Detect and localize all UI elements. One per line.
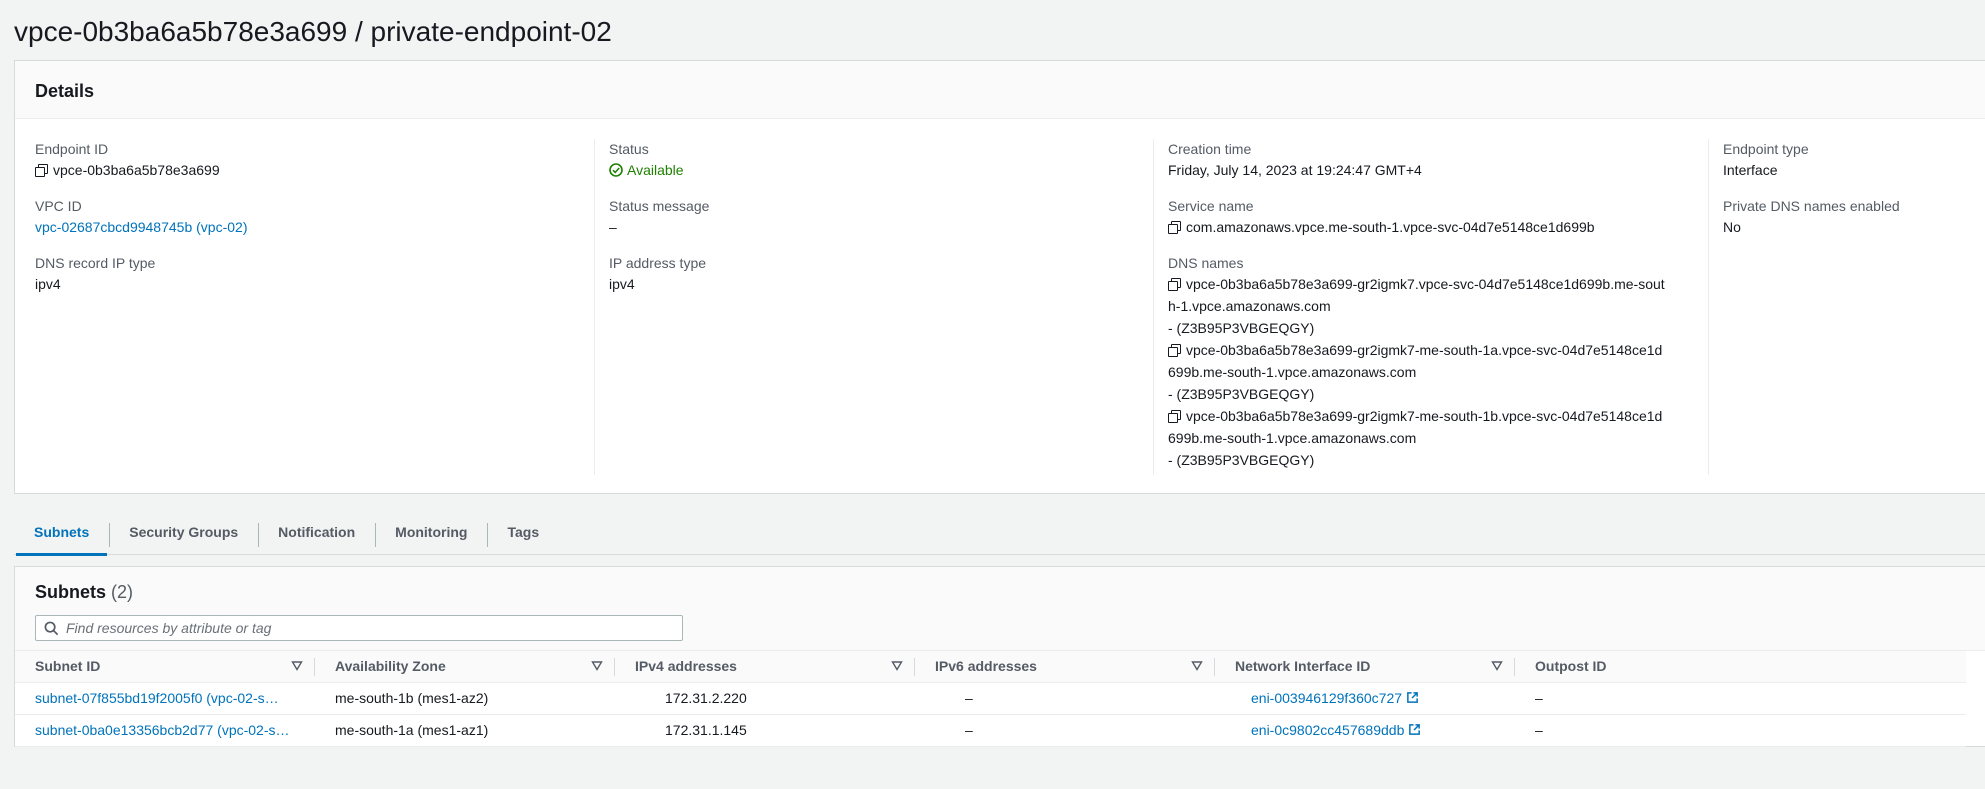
availability-zone-cell: me-south-1a (mes1-az1) [315, 714, 615, 747]
endpoint-id-label: Endpoint ID [35, 141, 109, 157]
column-header-network-interface-id[interactable]: Network Interface ID [1215, 651, 1515, 683]
endpoint-id-value: vpce-0b3ba6a5b78e3a699 [53, 162, 220, 178]
status-message-value: – [609, 219, 617, 235]
dns-record-ip-type-field: DNS record IP type ipv4 [35, 253, 574, 295]
endpoint-type-field: Endpoint type Interface [1723, 139, 1985, 181]
page-title: vpce-0b3ba6a5b78e3a699 / private-endpoin… [14, 16, 612, 47]
dns-zone-value: - (Z3B95P3VBGEQGY) [1168, 386, 1315, 402]
subnet-link[interactable]: subnet-0ba0e13356bcb2d77 (vpc-02-s… [35, 722, 290, 738]
check-circle-icon [609, 163, 623, 177]
dns-name-value: vpce-0b3ba6a5b78e3a699-gr2igmk7.vpce-svc… [1168, 276, 1665, 314]
tab-tags[interactable]: Tags [487, 514, 559, 555]
private-dns-field: Private DNS names enabled No [1723, 196, 1985, 238]
status-value: Available [627, 162, 684, 178]
tab-monitoring[interactable]: Monitoring [375, 514, 487, 555]
dns-zone-value: - (Z3B95P3VBGEQGY) [1168, 320, 1315, 336]
subnets-header: Subnets (2) [15, 567, 1985, 651]
details-column-1: Endpoint ID vpce-0b3ba6a5b78e3a699 VPC I… [35, 139, 574, 475]
details-column-4: Endpoint type Interface Private DNS name… [1708, 139, 1985, 475]
subnets-table: Subnet ID Availability Zone IPv4 address… [15, 651, 1966, 747]
copy-icon[interactable] [1168, 278, 1181, 291]
details-column-3: Creation time Friday, July 14, 2023 at 1… [1153, 139, 1708, 475]
endpoint-type-value: Interface [1723, 162, 1778, 178]
sort-icon[interactable] [291, 660, 303, 672]
subnets-heading: Subnets (2) [35, 582, 134, 602]
outpost-cell: – [1515, 714, 1966, 747]
sort-icon[interactable] [1491, 660, 1503, 672]
availability-zone-cell: me-south-1b (mes1-az2) [315, 682, 615, 715]
external-link-icon[interactable] [1406, 691, 1419, 704]
dns-names-label: DNS names [1168, 255, 1244, 271]
dns-names-field: DNS names vpce-0b3ba6a5b78e3a699-gr2igmk… [1168, 253, 1708, 471]
ip-address-type-label: IP address type [609, 255, 707, 271]
tab-notification[interactable]: Notification [258, 514, 375, 555]
tab-security-groups[interactable]: Security Groups [109, 514, 258, 555]
subnets-panel: Subnets (2) Subnet ID Availability Zone … [14, 566, 1985, 747]
eni-link[interactable]: eni-003946129f360c727 [1251, 690, 1402, 706]
vpc-id-field: VPC ID vpc-02687cbcd9948745b (vpc-02) [35, 196, 574, 238]
ipv4-cell: 172.31.1.145 [615, 714, 915, 747]
private-dns-label: Private DNS names enabled [1723, 198, 1900, 214]
tab-bar: Subnets Security Groups Notification Mon… [14, 514, 1985, 556]
endpoint-id-field: Endpoint ID vpce-0b3ba6a5b78e3a699 [35, 139, 574, 181]
sort-icon[interactable] [891, 660, 903, 672]
creation-time-value: Friday, July 14, 2023 at 19:24:47 GMT+4 [1168, 162, 1422, 178]
creation-time-label: Creation time [1168, 141, 1252, 157]
eni-link[interactable]: eni-0c9802cc457689ddb [1251, 722, 1404, 738]
ip-address-type-field: IP address type ipv4 [609, 253, 1133, 295]
private-dns-value: No [1723, 219, 1741, 235]
dns-record-ip-type-value: ipv4 [35, 276, 61, 292]
ipv6-cell: – [915, 682, 1215, 715]
external-link-icon[interactable] [1408, 723, 1421, 736]
tab-subnets[interactable]: Subnets [14, 514, 109, 556]
column-header-subnet-id[interactable]: Subnet ID [15, 651, 315, 683]
details-panel: Details Endpoint ID vpce-0b3ba6a5b78e3a6… [14, 60, 1985, 494]
ipv6-cell: – [915, 714, 1215, 747]
search-box [35, 615, 683, 641]
search-input[interactable] [66, 616, 666, 640]
dns-name-value: vpce-0b3ba6a5b78e3a699-gr2igmk7-me-south… [1168, 342, 1663, 380]
status-field: Status Available [609, 139, 1133, 181]
vpc-id-label: VPC ID [35, 198, 82, 214]
copy-icon[interactable] [35, 164, 48, 177]
status-label: Status [609, 141, 649, 157]
details-column-2: Status Available Status message – IP add… [594, 139, 1133, 475]
subnet-link[interactable]: subnet-07f855bd19f2005f0 (vpc-02-s… [35, 690, 279, 706]
dns-name-entry: vpce-0b3ba6a5b78e3a699-gr2igmk7.vpce-svc… [1168, 273, 1668, 339]
sort-icon[interactable] [591, 660, 603, 672]
column-header-availability-zone[interactable]: Availability Zone [315, 651, 615, 683]
details-header: Details [15, 61, 1985, 119]
details-heading: Details [35, 81, 95, 101]
creation-time-field: Creation time Friday, July 14, 2023 at 1… [1168, 139, 1708, 181]
status-message-field: Status message – [609, 196, 1133, 238]
copy-icon[interactable] [1168, 410, 1181, 423]
dns-zone-value: - (Z3B95P3VBGEQGY) [1168, 452, 1315, 468]
dns-name-value: vpce-0b3ba6a5b78e3a699-gr2igmk7-me-south… [1168, 408, 1663, 446]
column-header-ipv4-addresses[interactable]: IPv4 addresses [615, 651, 915, 683]
column-header-outpost-id[interactable]: Outpost ID [1515, 651, 1966, 683]
dns-name-entry: vpce-0b3ba6a5b78e3a699-gr2igmk7-me-south… [1168, 339, 1668, 405]
copy-icon[interactable] [1168, 344, 1181, 357]
column-header-ipv6-addresses[interactable]: IPv6 addresses [915, 651, 1215, 683]
status-message-label: Status message [609, 198, 710, 214]
service-name-field: Service name com.amazonaws.vpce.me-south… [1168, 196, 1708, 238]
vpc-id-link[interactable]: vpc-02687cbcd9948745b (vpc-02) [35, 219, 247, 235]
service-name-value: com.amazonaws.vpce.me-south-1.vpce-svc-0… [1186, 219, 1595, 235]
service-name-label: Service name [1168, 198, 1254, 214]
table-row: subnet-0ba0e13356bcb2d77 (vpc-02-s… me-s… [15, 714, 1966, 747]
search-icon [44, 621, 59, 636]
subnets-count: (2) [111, 582, 134, 602]
sort-icon[interactable] [1191, 660, 1203, 672]
dns-record-ip-type-label: DNS record IP type [35, 255, 156, 271]
ip-address-type-value: ipv4 [609, 276, 635, 292]
table-row: subnet-07f855bd19f2005f0 (vpc-02-s… me-s… [15, 682, 1966, 715]
dns-name-entry: vpce-0b3ba6a5b78e3a699-gr2igmk7-me-south… [1168, 405, 1668, 471]
outpost-cell: – [1515, 682, 1966, 715]
ipv4-cell: 172.31.2.220 [615, 682, 915, 715]
copy-icon[interactable] [1168, 221, 1181, 234]
endpoint-type-label: Endpoint type [1723, 141, 1809, 157]
